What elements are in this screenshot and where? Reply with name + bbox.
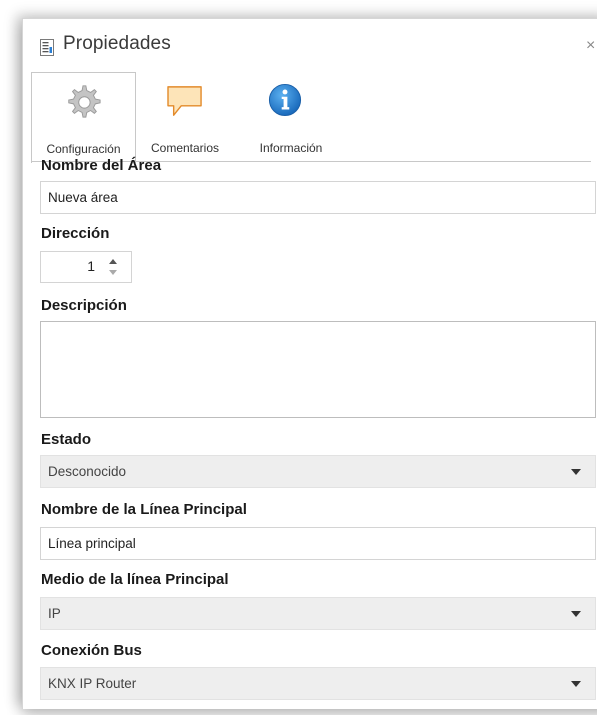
address-label: Dirección bbox=[41, 225, 110, 242]
area-name-input[interactable]: Nueva área bbox=[40, 181, 596, 214]
tab-configuracion[interactable]: Configuración bbox=[31, 72, 136, 163]
properties-icon bbox=[40, 39, 54, 56]
description-label: Descripción bbox=[41, 297, 127, 314]
address-value[interactable]: 1 bbox=[87, 258, 95, 274]
main-line-medium-value: IP bbox=[48, 606, 61, 621]
gear-icon bbox=[68, 85, 101, 118]
tab-comentarios[interactable]: Comentarios bbox=[137, 72, 233, 161]
comment-icon bbox=[167, 86, 202, 116]
tab-comentarios-label: Comentarios bbox=[150, 141, 220, 155]
stepper-down-icon[interactable] bbox=[109, 270, 117, 275]
close-icon[interactable]: × bbox=[586, 37, 595, 55]
panel-title: Propiedades bbox=[63, 33, 171, 54]
chevron-down-icon bbox=[571, 681, 581, 687]
tab-configuracion-label: Configuración bbox=[46, 142, 121, 156]
panel-titlebar: Propiedades × bbox=[23, 19, 597, 69]
chevron-down-icon bbox=[571, 611, 581, 617]
description-textarea[interactable] bbox=[40, 321, 596, 418]
bus-connection-value: KNX IP Router bbox=[48, 676, 137, 691]
address-stepper[interactable]: 1 bbox=[40, 251, 132, 283]
properties-panel: Propiedades × Configuración Comentarios bbox=[22, 18, 597, 709]
stepper-up-icon[interactable] bbox=[109, 259, 117, 264]
chevron-down-icon bbox=[571, 469, 581, 475]
tab-informacion[interactable]: Información bbox=[235, 72, 347, 161]
main-line-medium-label: Medio de la línea Principal bbox=[41, 571, 229, 588]
main-line-name-input[interactable]: Línea principal bbox=[40, 527, 596, 560]
state-select[interactable]: Desconocido bbox=[40, 455, 596, 488]
tab-informacion-label: Información bbox=[259, 141, 323, 155]
info-icon bbox=[268, 83, 302, 117]
bus-connection-select[interactable]: KNX IP Router bbox=[40, 667, 596, 700]
state-label: Estado bbox=[41, 431, 92, 448]
main-line-name-label: Nombre de la Línea Principal bbox=[41, 501, 247, 518]
bus-connection-label: Conexión Bus bbox=[41, 642, 142, 659]
main-line-medium-select[interactable]: IP bbox=[40, 597, 596, 630]
tab-bar: Configuración Comentarios Información bbox=[31, 72, 591, 163]
area-name-label: Nombre del Área bbox=[41, 157, 162, 174]
state-value: Desconocido bbox=[48, 464, 127, 479]
